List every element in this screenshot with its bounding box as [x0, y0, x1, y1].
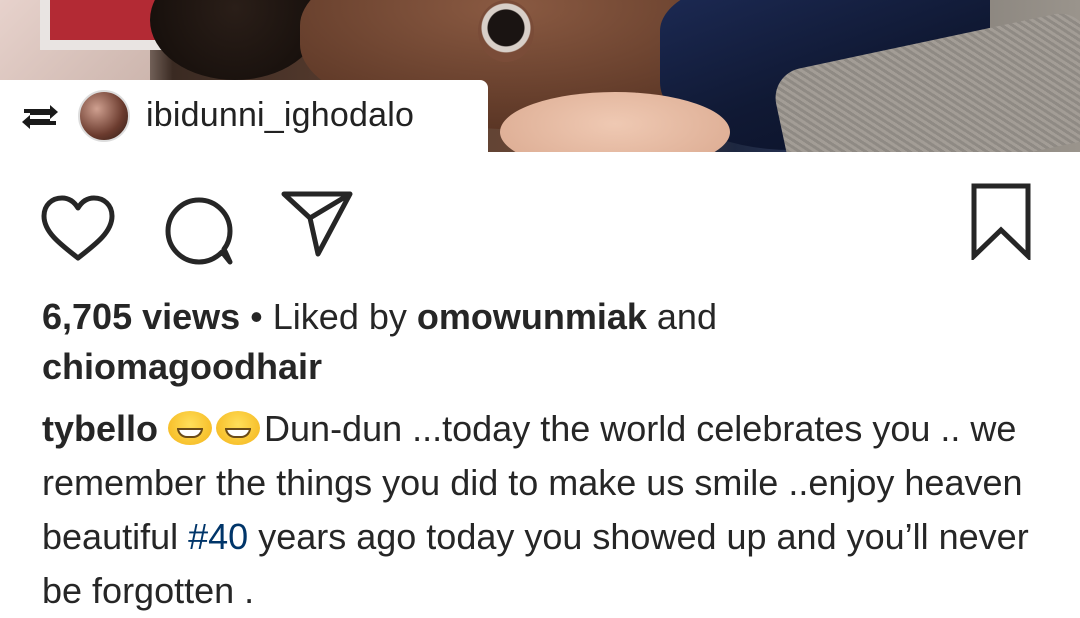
repost-icon [22, 105, 58, 129]
and-text: and [646, 296, 717, 337]
liker-username-2[interactable]: chiomagoodhair [42, 346, 322, 387]
paper-plane-icon[interactable] [280, 188, 354, 258]
grinning-emoji-icon [168, 411, 213, 445]
post-caption: tybello Dun-dun ...today the world celeb… [42, 402, 1052, 618]
hair-area [150, 0, 320, 80]
heart-icon[interactable] [40, 194, 116, 262]
liker-username[interactable]: omowunmiak [417, 296, 647, 337]
caption-author[interactable]: tybello [42, 408, 158, 449]
post-stats: 6,705 views • Liked by omowunmiak and ch… [42, 292, 1042, 392]
repost-username[interactable]: ibidunni_ighodalo [146, 96, 414, 135]
hashtag-link[interactable]: #40 [188, 516, 248, 557]
comment-icon[interactable] [162, 194, 236, 268]
liked-by-text: • Liked by [240, 296, 417, 337]
repost-avatar[interactable] [78, 90, 130, 142]
views-count[interactable]: 6,705 views [42, 296, 240, 337]
grinning-emoji-icon [216, 411, 261, 445]
eye-area [478, 0, 534, 62]
bookmark-icon[interactable] [968, 182, 1034, 260]
repost-badge[interactable]: ibidunni_ighodalo [0, 80, 488, 154]
action-bar [0, 180, 1080, 265]
